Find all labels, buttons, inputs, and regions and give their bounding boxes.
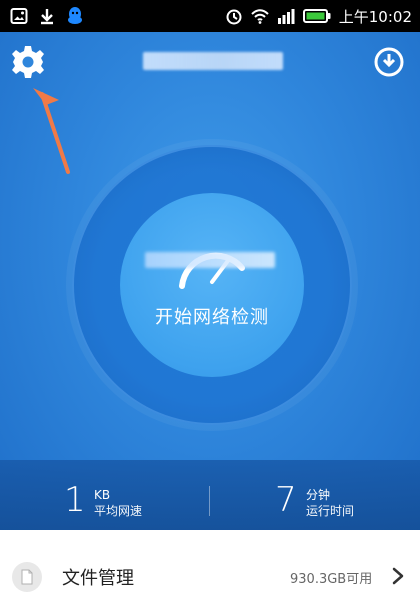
run-time-value: 7 bbox=[275, 480, 297, 520]
start-test-label[interactable]: 开始网络检测 bbox=[120, 303, 304, 329]
status-left-icons bbox=[0, 6, 84, 26]
chevron-right-icon bbox=[392, 567, 404, 585]
signal-icon bbox=[277, 9, 295, 24]
avg-speed-unit: KB bbox=[94, 488, 111, 502]
wifi-icon bbox=[251, 9, 269, 24]
avg-speed-value: 1 bbox=[64, 480, 86, 520]
status-time: 上午10:02 bbox=[338, 7, 412, 26]
run-time-label: 运行时间 bbox=[306, 504, 355, 518]
power-icon[interactable] bbox=[371, 44, 407, 80]
stats-bar bbox=[0, 460, 420, 530]
file-manager-title: 文件管理 bbox=[62, 568, 134, 589]
battery-icon bbox=[302, 9, 331, 23]
status-right-icons: 上午10:02 bbox=[225, 6, 420, 27]
file-manager-row[interactable]: 文件管理 930.3GB可用 bbox=[0, 548, 420, 600]
header-title bbox=[143, 51, 283, 69]
run-time-unit: 分钟 bbox=[306, 488, 331, 502]
file-icon-container bbox=[12, 562, 42, 592]
alarm-icon bbox=[226, 9, 242, 25]
qq-icon bbox=[68, 7, 82, 24]
download-icon bbox=[41, 9, 53, 25]
annotation-arrow bbox=[33, 88, 70, 174]
storage-free-text: 930.3GB可用 bbox=[290, 572, 373, 587]
stats-divider bbox=[209, 486, 210, 516]
status-bar: 上午10:02 bbox=[0, 0, 420, 32]
image-icon bbox=[10, 8, 28, 24]
file-icon bbox=[21, 569, 33, 585]
avg-speed-label: 平均网速 bbox=[94, 504, 143, 518]
speed-readout-redacted bbox=[145, 252, 275, 268]
